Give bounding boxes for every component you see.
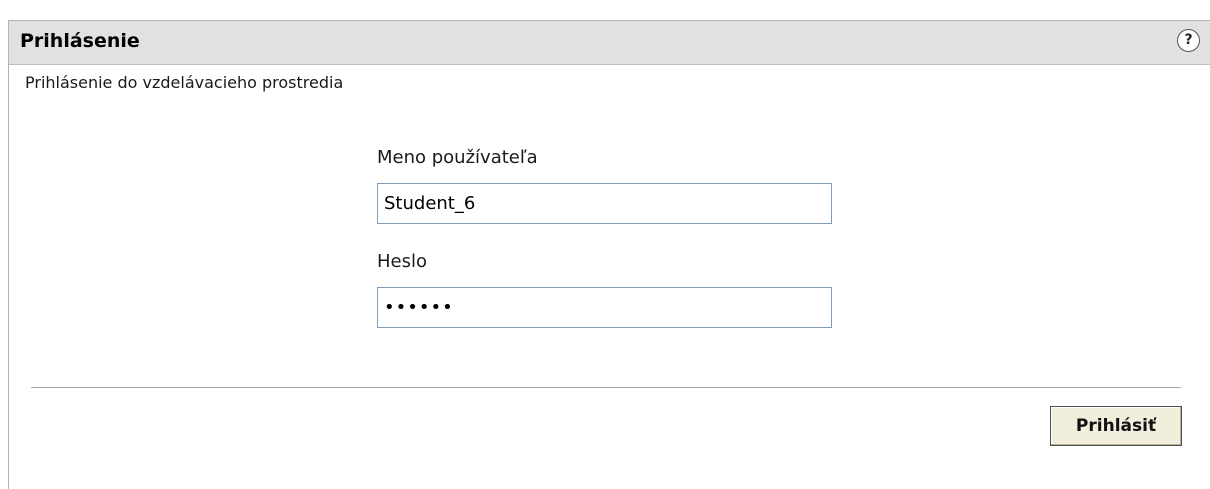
- username-label: Meno používateľa: [377, 147, 538, 168]
- username-input[interactable]: [377, 183, 832, 224]
- panel-header: Prihlásenie ?: [9, 21, 1210, 65]
- login-button[interactable]: Prihlásiť: [1050, 406, 1182, 446]
- password-input[interactable]: [377, 287, 832, 328]
- divider: [31, 387, 1181, 388]
- panel-title: Prihlásenie: [20, 30, 140, 52]
- help-icon[interactable]: ?: [1177, 29, 1200, 52]
- password-label: Heslo: [377, 251, 428, 272]
- intro-text: Prihlásenie do vzdelávacieho prostredia: [25, 73, 344, 92]
